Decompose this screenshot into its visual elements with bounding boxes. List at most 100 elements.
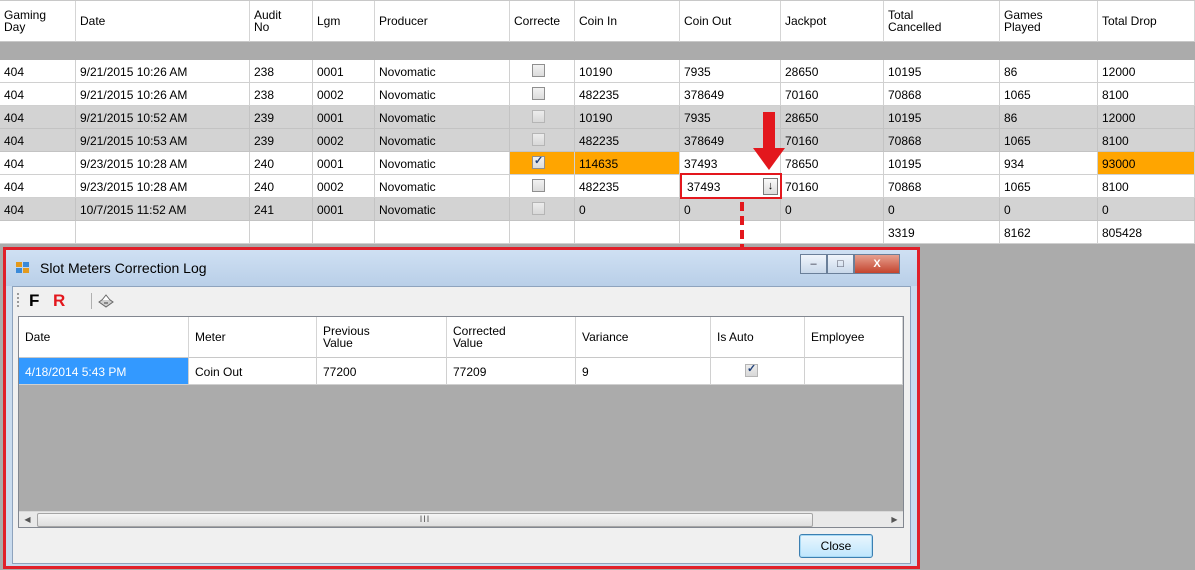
cell-date[interactable] [76, 221, 250, 244]
cell-audit[interactable]: 240 [250, 175, 313, 198]
cell-producer[interactable]: Novomatic [375, 175, 510, 198]
cell-coin-out[interactable]: 0 [680, 198, 781, 221]
cell-lgm[interactable]: 0001 [313, 60, 375, 83]
table-row[interactable]: 3319 8162 805428 [0, 221, 1195, 244]
scroll-left-icon[interactable]: ◀ [19, 512, 36, 528]
column-header-jackpot[interactable]: Jackpot [781, 1, 884, 42]
cell-lgm[interactable] [313, 221, 375, 244]
table-row[interactable]: 404 9/21/2015 10:26 AM 238 0001 Novomatic 101… [0, 60, 1195, 83]
table-row[interactable]: 404 10/7/2015 11:52 AM 241 0001 Novomatic 0 0 0… [0, 198, 1195, 221]
toolbar-grip[interactable] [17, 293, 19, 309]
cell-total-drop[interactable]: 12000 [1098, 106, 1195, 129]
cell-date[interactable]: 9/23/2015 10:28 AM [76, 175, 250, 198]
cell-audit[interactable]: 238 [250, 83, 313, 106]
cell-total-drop[interactable]: 0 [1098, 198, 1195, 221]
column-header-day[interactable]: Gaming Day [0, 1, 76, 42]
cell-jackpot[interactable]: 28650 [781, 60, 884, 83]
cell-total-drop[interactable]: 93000 [1098, 152, 1195, 175]
cell-corrected[interactable] [510, 129, 575, 152]
cell-corrected[interactable] [510, 175, 575, 198]
cell-corrected[interactable] [510, 83, 575, 106]
cell-audit[interactable]: 240 [250, 152, 313, 175]
cell-corrected[interactable] [510, 221, 575, 244]
cell-games-played[interactable]: 0 [1000, 198, 1098, 221]
cell-day[interactable]: 404 [0, 83, 76, 106]
printer-icon[interactable] [97, 293, 115, 309]
cell-lgm[interactable]: 0001 [313, 152, 375, 175]
cell-total-drop[interactable]: 8100 [1098, 129, 1195, 152]
cell-total-cancelled[interactable]: 70868 [884, 175, 1000, 198]
is-auto-checkbox[interactable] [745, 363, 758, 377]
cell-total-cancelled[interactable]: 10195 [884, 152, 1000, 175]
close-window-icon[interactable]: X [854, 254, 900, 274]
cell-producer[interactable] [375, 221, 510, 244]
cell-corrected[interactable] [510, 152, 575, 175]
log-cell-variance[interactable]: 9 [576, 358, 711, 385]
column-header-coin-out[interactable]: Coin Out [680, 1, 781, 42]
log-cell-date[interactable]: 4/18/2014 5:43 PM [19, 358, 189, 385]
cell-producer[interactable]: Novomatic [375, 198, 510, 221]
cell-date[interactable]: 9/21/2015 10:52 AM [76, 106, 250, 129]
cell-audit[interactable]: 238 [250, 60, 313, 83]
cell-games-played[interactable]: 1065 [1000, 83, 1098, 106]
cell-coin-out[interactable] [680, 221, 781, 244]
cell-corrected[interactable] [510, 60, 575, 83]
cell-producer[interactable]: Novomatic [375, 129, 510, 152]
cell-games-played[interactable]: 86 [1000, 60, 1098, 83]
cell-coin-out[interactable]: 378649 [680, 83, 781, 106]
maximize-icon[interactable]: □ [827, 254, 854, 274]
table-row[interactable]: 404 9/21/2015 10:26 AM 238 0002 Novomatic 482… [0, 83, 1195, 106]
cell-lgm[interactable]: 0002 [313, 175, 375, 198]
cell-jackpot[interactable]: 0 [781, 198, 884, 221]
cell-day[interactable]: 404 [0, 106, 76, 129]
cell-corrected[interactable] [510, 106, 575, 129]
scroll-thumb[interactable]: III [37, 513, 813, 527]
log-column-header-corrected-value[interactable]: Corrected Value [447, 317, 576, 358]
cell-producer[interactable]: Novomatic [375, 106, 510, 129]
cell-audit[interactable] [250, 221, 313, 244]
log-column-header-employee[interactable]: Employee [805, 317, 903, 358]
cell-lgm[interactable]: 0002 [313, 83, 375, 106]
log-column-header-variance[interactable]: Variance [576, 317, 711, 358]
corrected-checkbox[interactable] [532, 155, 545, 169]
column-header-corrected[interactable]: Correcte [510, 1, 575, 42]
table-row[interactable]: 4049/23/2015 10:28 AM2400001Novomatic 114… [0, 152, 1195, 175]
cell-jackpot[interactable]: 78650 [781, 152, 884, 175]
cell-jackpot[interactable]: 70160 [781, 175, 884, 198]
cell-date[interactable]: 9/21/2015 10:53 AM [76, 129, 250, 152]
cell-audit[interactable]: 239 [250, 106, 313, 129]
log-cell-meter[interactable]: Coin Out [189, 358, 317, 385]
log-column-header-previous-value[interactable]: Previous Value [317, 317, 447, 358]
column-header-games-played[interactable]: Games Played [1000, 1, 1098, 42]
cell-jackpot[interactable]: 70160 [781, 129, 884, 152]
corrected-checkbox[interactable] [532, 110, 545, 123]
cell-total-cancelled[interactable]: 70868 [884, 129, 1000, 152]
column-header-date[interactable]: Date [76, 1, 250, 42]
cell-coin-in[interactable]: 482235 [575, 175, 680, 198]
cell-audit[interactable]: 241 [250, 198, 313, 221]
coin-out-edit-value[interactable]: 37493 [687, 180, 720, 194]
horizontal-scrollbar[interactable]: ◀ III ▶ [19, 511, 903, 527]
log-column-header-is-auto[interactable]: Is Auto [711, 317, 805, 358]
corrected-checkbox[interactable] [532, 202, 545, 215]
cell-day[interactable]: 404 [0, 60, 76, 83]
cell-coin-in[interactable] [575, 221, 680, 244]
cell-lgm[interactable]: 0002 [313, 129, 375, 152]
cell-coin-in[interactable]: 482235 [575, 83, 680, 106]
cell-date[interactable]: 9/21/2015 10:26 AM [76, 83, 250, 106]
cell-games-played[interactable]: 934 [1000, 152, 1098, 175]
log-cell-previous-value[interactable]: 77200 [317, 358, 447, 385]
corrected-checkbox[interactable] [532, 64, 545, 77]
cell-producer[interactable]: Novomatic [375, 60, 510, 83]
table-row[interactable]: 404 9/21/2015 10:53 AM 239 0002 Novomatic 482… [0, 129, 1195, 152]
cell-day[interactable]: 404 [0, 198, 76, 221]
cell-coin-in[interactable]: 0 [575, 198, 680, 221]
cell-coin-in[interactable]: 482235 [575, 129, 680, 152]
cell-total-cancelled[interactable]: 0 [884, 198, 1000, 221]
cell-corrected[interactable] [510, 198, 575, 221]
cell-date[interactable]: 9/21/2015 10:26 AM [76, 60, 250, 83]
column-header-lgm[interactable]: Lgm [313, 1, 375, 42]
log-cell-corrected-value[interactable]: 77209 [447, 358, 576, 385]
minimize-icon[interactable]: – [800, 254, 827, 274]
log-cell-employee[interactable] [805, 358, 903, 385]
